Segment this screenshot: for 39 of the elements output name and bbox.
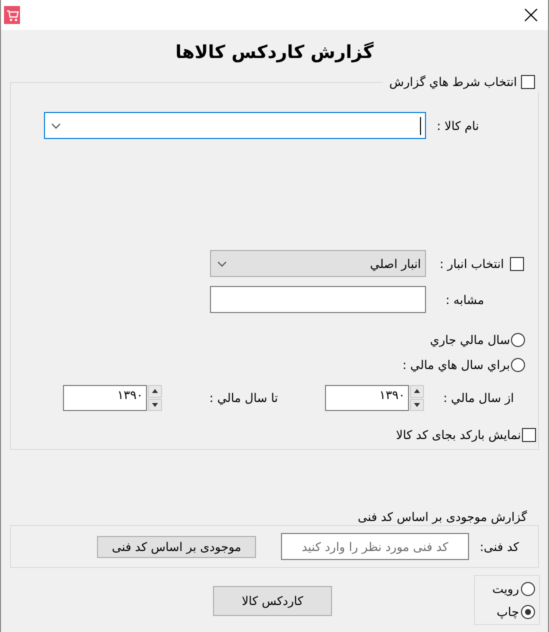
warehouse-combo-box: انبار اصلي bbox=[210, 250, 426, 277]
checkbox-label: انتخاب شرط هاي گزارش bbox=[389, 75, 517, 89]
field-label: نام کالا : bbox=[436, 118, 479, 132]
field-label: انتخاب انبار : bbox=[440, 256, 504, 270]
spin-up-button[interactable] bbox=[410, 385, 424, 398]
radio-label: چاپ bbox=[496, 604, 519, 618]
radio-button[interactable] bbox=[511, 358, 525, 372]
number-field[interactable]: ۱۳۹۰ bbox=[63, 385, 147, 411]
radio-label: سال مالي جاري bbox=[430, 332, 510, 346]
chevron-down-icon bbox=[51, 122, 61, 128]
up-arrow-icon bbox=[152, 389, 158, 394]
stock-button[interactable]: موجودی بر اساس کد فنی bbox=[97, 536, 256, 558]
input-field[interactable] bbox=[210, 286, 426, 313]
tech-code-field[interactable]: کد فنی مورد نظر را وارد کنید bbox=[281, 533, 469, 560]
number-field[interactable]: ۱۳۹۰ bbox=[325, 385, 409, 411]
radio-label: براي سال هاي مالي : bbox=[402, 358, 510, 372]
spin-up-button[interactable] bbox=[148, 385, 162, 398]
checkbox[interactable] bbox=[521, 75, 535, 89]
spin-down-button[interactable] bbox=[410, 398, 424, 411]
kardex-button[interactable]: کاردکس کالا bbox=[213, 586, 332, 616]
checkbox-label: نمایش بارکد بجای کد کالا bbox=[396, 428, 521, 442]
field-label: تا سال مالي : bbox=[209, 391, 278, 405]
radio-button[interactable] bbox=[511, 332, 525, 346]
radio-button[interactable] bbox=[521, 582, 535, 596]
spin-down-button[interactable] bbox=[148, 398, 162, 411]
field-label: کد فنی: bbox=[478, 540, 519, 554]
down-arrow-icon bbox=[414, 402, 420, 407]
dialog-heading: گزارش کاردکس کالاها bbox=[174, 40, 375, 65]
radio-label: رویت bbox=[492, 582, 519, 596]
radio-button[interactable] bbox=[521, 604, 535, 618]
close-icon[interactable] bbox=[524, 8, 538, 22]
up-arrow-icon bbox=[414, 389, 420, 394]
item-combo-box[interactable] bbox=[44, 112, 426, 139]
field-label: از سال مالي : bbox=[443, 391, 514, 405]
down-arrow-icon bbox=[152, 402, 158, 407]
cart-icon bbox=[4, 6, 20, 24]
chevron-down-icon bbox=[217, 260, 227, 266]
checkbox[interactable] bbox=[522, 428, 536, 442]
field-label: مشابه : bbox=[446, 292, 484, 306]
